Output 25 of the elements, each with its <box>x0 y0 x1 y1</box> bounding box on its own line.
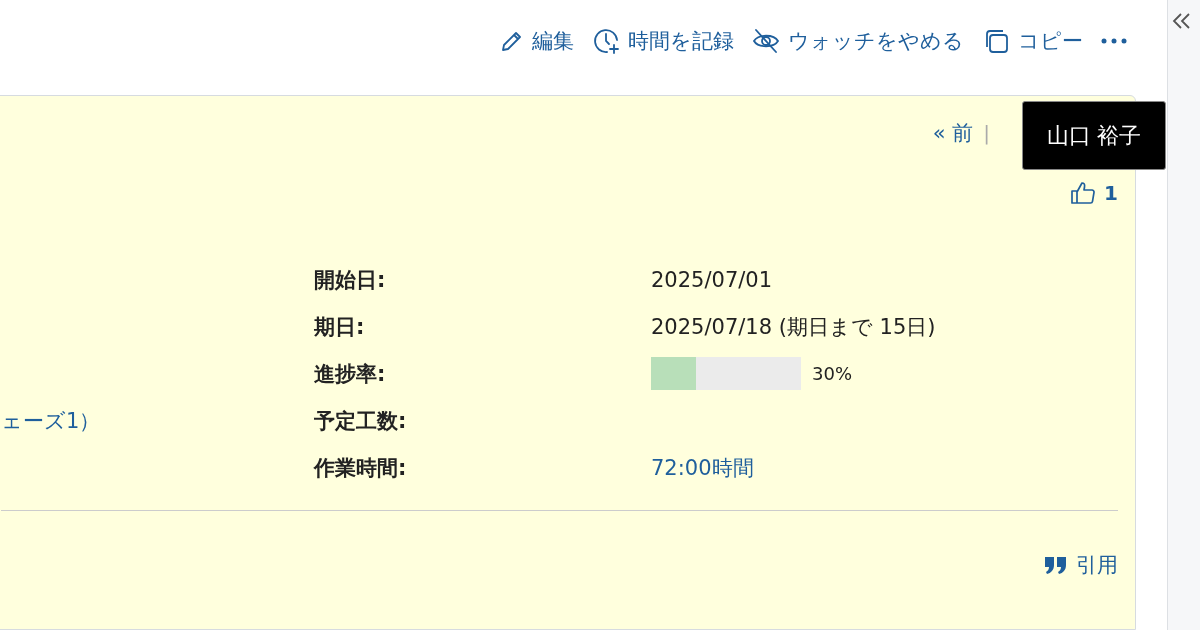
eye-off-icon <box>752 27 780 54</box>
thumbs-up-icon <box>1070 181 1097 205</box>
log-time-button[interactable]: 時間を記録 <box>592 26 734 55</box>
attribute-link[interactable]: 72:00時間 <box>651 455 754 480</box>
like-button[interactable]: 1 <box>1070 181 1118 205</box>
previous-link[interactable]: « 前 <box>932 119 974 147</box>
clock-plus-icon <box>592 26 620 55</box>
progress-reading: 30% <box>812 363 852 384</box>
attribute-label: 予定工数: <box>314 407 408 435</box>
more-icon[interactable] <box>1101 37 1127 44</box>
attribute-label: 作業時間: <box>314 454 408 482</box>
attribute-label: 期日: <box>314 313 366 341</box>
attribute-label: 進捗率: <box>314 360 387 388</box>
edit-button[interactable]: 編集 <box>500 26 574 55</box>
attribute-label: 開始日: <box>314 266 387 294</box>
quote-icon <box>1044 555 1068 575</box>
collapse-icon[interactable] <box>1172 12 1192 30</box>
quote-link[interactable]: 引用 <box>1044 551 1118 579</box>
separator: | <box>983 121 990 145</box>
attribute-value: 2025/07/01 <box>651 267 773 292</box>
attribute-link[interactable]: ェーズ1） <box>1 408 101 433</box>
unwatch-button[interactable]: ウォッチをやめる <box>752 26 964 55</box>
attribute-value: 2025/07/18 (期日まで 15日) <box>651 314 936 339</box>
copy-button[interactable]: コピー <box>982 26 1083 55</box>
tooltip: 山口 裕子 <box>1022 101 1166 170</box>
